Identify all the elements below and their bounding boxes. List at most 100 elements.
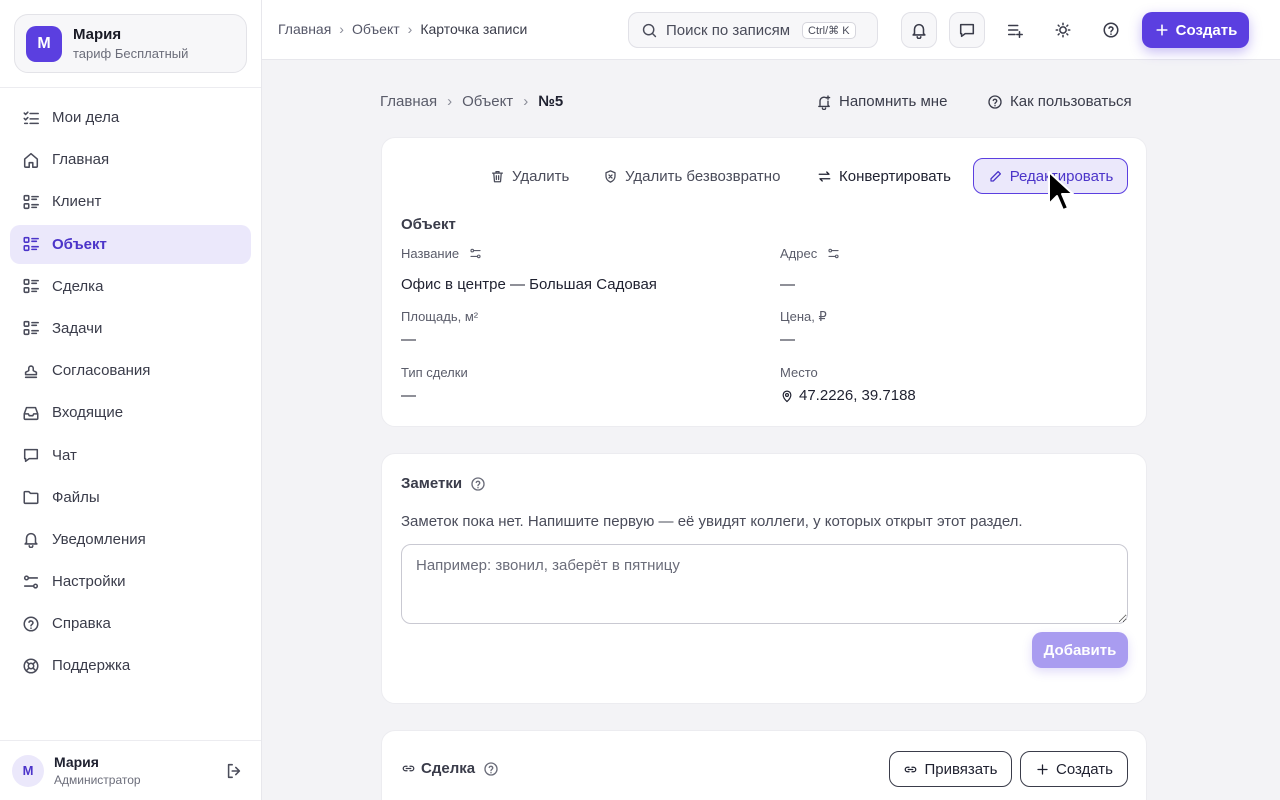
sidebar-item-approvals[interactable]: Согласования xyxy=(10,351,251,390)
sidebar-nav: Мои дела Главная Клиент Объект Сделка За… xyxy=(10,98,251,689)
sidebar-item-label: Чат xyxy=(52,446,77,464)
notes-empty-text: Заметок пока нет. Напишите первую — её у… xyxy=(401,513,1023,530)
sidebar-item-inbox[interactable]: Входящие xyxy=(10,393,251,432)
breadcrumb-item-object[interactable]: Объект xyxy=(352,21,400,37)
remind-me-label: Напомнить мне xyxy=(839,93,948,110)
sidebar-item-label: Главная xyxy=(52,151,110,169)
create-button[interactable]: Создать xyxy=(1142,12,1249,48)
help-circle-icon[interactable] xyxy=(470,476,486,492)
field-label-address: Адрес xyxy=(780,246,840,261)
deal-card: Сделка Привязать Создать xyxy=(381,730,1147,800)
sidebar-item-label: Объект xyxy=(52,235,107,253)
sidebar-item-chat[interactable]: Чат xyxy=(10,436,251,475)
sidebar: М Мария тариф Бесплатный Мои дела Главна… xyxy=(0,0,262,800)
field-value-place[interactable]: 47.2226, 39.7188 xyxy=(780,387,916,404)
theme-toggle-button[interactable] xyxy=(1045,12,1081,48)
add-note-button[interactable]: Добавить xyxy=(1032,632,1128,668)
sliders-icon[interactable] xyxy=(827,247,840,260)
notifications-button[interactable] xyxy=(901,12,937,48)
bell-icon xyxy=(24,533,38,549)
search-shortcut: Ctrl/⌘ K xyxy=(802,21,856,39)
convert-label: Конвертировать xyxy=(839,167,951,185)
list-plus-icon xyxy=(1007,24,1023,38)
lifebuoy-icon xyxy=(23,658,39,674)
link-icon xyxy=(402,765,415,772)
sidebar-item-label: Мои дела xyxy=(52,109,120,126)
how-to-use-label: Как пользоваться xyxy=(1010,93,1132,110)
sidebar-item-object[interactable]: Объект xyxy=(10,224,251,264)
create-button-label: Создать xyxy=(1175,21,1238,39)
breadcrumb: Главная › Объект › Карточка записи xyxy=(278,21,527,37)
how-to-use-button[interactable]: Как пользоваться xyxy=(987,93,1132,110)
link-deal-button[interactable]: Привязать xyxy=(889,751,1012,787)
field-value-deal-type: — xyxy=(401,387,416,404)
chevron-right-icon: › xyxy=(447,93,453,110)
sidebar-item-label: Клиент xyxy=(52,193,102,211)
remind-me-button[interactable]: Напомнить мне xyxy=(816,93,947,110)
sidebar-item-label: Уведомления xyxy=(52,530,146,548)
logout-button[interactable] xyxy=(225,762,243,780)
link-icon xyxy=(905,766,917,772)
breadcrumb-item-object[interactable]: Объект xyxy=(462,93,513,110)
topbar: Главная › Объект › Карточка записи Поиск… xyxy=(262,0,1280,60)
notes-card: Заметки Заметок пока нет. Напишите перву… xyxy=(381,453,1147,704)
convert-button[interactable]: Конвертировать xyxy=(817,158,951,194)
list-check-icon xyxy=(23,110,39,124)
plus-icon xyxy=(1037,763,1048,775)
note-textarea[interactable] xyxy=(401,544,1128,624)
chat-button[interactable] xyxy=(949,12,985,48)
logout-icon xyxy=(227,763,241,779)
divider xyxy=(0,87,261,88)
delete-button[interactable]: Удалить xyxy=(490,158,569,194)
sidebar-item-tasks[interactable]: Задачи xyxy=(10,309,251,348)
profile-plan: тариф Бесплатный xyxy=(73,46,189,61)
sidebar-item-settings[interactable]: Настройки xyxy=(10,562,251,601)
sidebar-item-label: Файлы xyxy=(52,488,100,506)
sidebar-item-home[interactable]: Главная xyxy=(10,140,251,179)
create-deal-button[interactable]: Создать xyxy=(1020,751,1128,787)
chat-icon xyxy=(23,448,39,463)
field-value-area: — xyxy=(401,331,416,348)
sliders-icon[interactable] xyxy=(469,247,482,260)
coordinates: 47.2226, 39.7188 xyxy=(799,387,916,404)
field-label-area: Площадь, м² xyxy=(401,309,479,324)
swap-icon xyxy=(818,170,831,182)
sliders-icon xyxy=(23,574,39,589)
avatar: М xyxy=(26,25,62,62)
breadcrumb-item-home[interactable]: Главная xyxy=(278,21,331,37)
breadcrumb-item-home[interactable]: Главная xyxy=(380,93,437,110)
sidebar-item-client[interactable]: Клиент xyxy=(10,182,251,221)
field-label-price: Цена, ₽ xyxy=(780,309,827,324)
sidebar-item-label: Поддержка xyxy=(52,657,131,675)
search-input[interactable]: Поиск по записям Ctrl/⌘ K xyxy=(628,12,878,48)
sidebar-item-label: Сделка xyxy=(52,277,104,295)
sidebar-item-notifications[interactable]: Уведомления xyxy=(10,520,251,559)
workspace-profile[interactable]: М Мария тариф Бесплатный xyxy=(14,14,247,73)
user-role: Администратор xyxy=(54,773,141,787)
sidebar-item-deal[interactable]: Сделка xyxy=(10,267,251,306)
home-icon xyxy=(23,152,39,168)
delete-forever-button[interactable]: Удалить безвозвратно xyxy=(603,158,780,194)
help-circle-icon[interactable] xyxy=(483,761,499,777)
current-user: М Мария Администратор xyxy=(0,740,261,800)
profile-name: Мария xyxy=(73,26,122,43)
shield-x-icon xyxy=(605,169,616,183)
sidebar-item-label: Согласования xyxy=(52,362,151,380)
sidebar-item-support[interactable]: Поддержка xyxy=(10,646,251,685)
pencil-icon xyxy=(990,170,1001,182)
sidebar-item-help[interactable]: Справка xyxy=(10,604,251,643)
grid-list-icon xyxy=(23,321,39,336)
field-label-place: Место xyxy=(780,365,818,380)
chevron-right-icon: › xyxy=(523,93,529,110)
sidebar-item-my-tasks[interactable]: Мои дела xyxy=(10,98,251,137)
field-label-name: Название xyxy=(401,246,482,261)
help-circle-icon xyxy=(23,616,39,632)
help-button[interactable] xyxy=(1093,12,1129,48)
grid-list-icon xyxy=(23,194,39,209)
user-name: Мария xyxy=(54,754,99,770)
help-circle-icon xyxy=(1103,22,1119,38)
search-icon xyxy=(642,23,657,37)
sidebar-item-files[interactable]: Файлы xyxy=(10,478,251,517)
add-to-list-button[interactable] xyxy=(997,12,1033,48)
notes-title: Заметки xyxy=(401,475,486,492)
